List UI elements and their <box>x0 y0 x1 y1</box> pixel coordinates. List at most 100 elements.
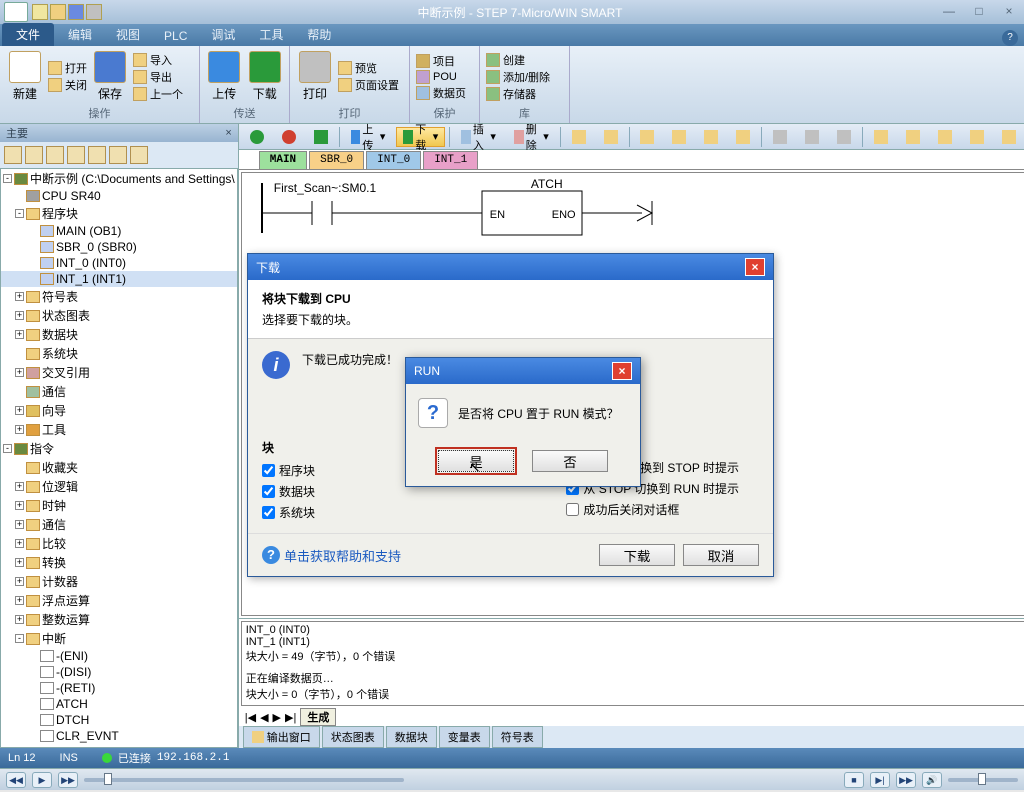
cb-opt-close[interactable]: 成功后关闭对话框 <box>566 501 739 518</box>
tree-tools[interactable]: +工具 <box>1 420 237 439</box>
tb-icon[interactable] <box>963 127 991 147</box>
tree-atch[interactable]: ATCH <box>1 696 237 712</box>
volume-slider[interactable] <box>948 778 1018 782</box>
code-tab-int0[interactable]: INT_0 <box>366 151 421 169</box>
tree-dtch[interactable]: DTCH <box>1 712 237 728</box>
tree-instr[interactable]: -指令 <box>1 439 237 458</box>
run-icon[interactable] <box>243 127 271 147</box>
tb-icon[interactable] <box>867 127 895 147</box>
run-dialog-titlebar[interactable]: RUN × <box>406 358 640 384</box>
tree-sym[interactable]: +符号表 <box>1 287 237 306</box>
btab-sym[interactable]: 符号表 <box>492 726 543 748</box>
tree-clock[interactable]: +时钟 <box>1 496 237 515</box>
tree-int[interactable]: +整数运算 <box>1 610 237 629</box>
media-vol-icon[interactable]: 🔊 <box>922 772 942 788</box>
save-icon[interactable] <box>68 4 84 20</box>
tree-counter[interactable]: +计数器 <box>1 572 237 591</box>
cb-data-block[interactable]: 数据块 <box>262 483 315 500</box>
project-button[interactable]: 项目 <box>416 53 466 69</box>
minimize-button[interactable]: — <box>938 5 960 19</box>
tree-data[interactable]: +数据块 <box>1 325 237 344</box>
btab-output[interactable]: 输出窗口 <box>243 726 320 748</box>
btab-var[interactable]: 变量表 <box>439 726 490 748</box>
tree-tb-icon[interactable] <box>4 146 22 164</box>
tb-icon[interactable] <box>798 127 826 147</box>
media-next-icon[interactable]: ▶▶ <box>58 772 78 788</box>
nav-last-icon[interactable]: ▶| <box>285 711 296 724</box>
tab-plc[interactable]: PLC <box>152 26 199 46</box>
cb-sys-block[interactable]: 系统块 <box>262 504 315 521</box>
nav-prev-icon[interactable]: ◀ <box>260 711 268 724</box>
code-tab-main[interactable]: MAIN <box>259 151 307 169</box>
output-tab-generate[interactable]: 生成 <box>300 708 336 726</box>
tb-icon[interactable] <box>597 127 625 147</box>
tree-progblock[interactable]: -程序块 <box>1 204 237 223</box>
tree-fav[interactable]: 收藏夹 <box>1 458 237 477</box>
tree-tb-icon[interactable] <box>130 146 148 164</box>
new-file-icon[interactable] <box>32 4 48 20</box>
slider-thumb[interactable] <box>104 773 112 785</box>
import-button[interactable]: 导入 <box>133 52 183 68</box>
tree-convert[interactable]: +转换 <box>1 553 237 572</box>
yes-button[interactable]: 是 <box>438 450 514 472</box>
tb-icon[interactable] <box>665 127 693 147</box>
tb-icon[interactable] <box>633 127 661 147</box>
tab-edit[interactable]: 编辑 <box>56 23 104 46</box>
tree-compare[interactable]: +比较 <box>1 534 237 553</box>
cb-program-block[interactable]: 程序块 <box>262 462 315 479</box>
tree-eni[interactable]: -(ENI) <box>1 648 237 664</box>
upload-btn[interactable]: 上传 ▾ <box>344 127 393 147</box>
tree-root[interactable]: -中断示例 (C:\Documents and Settings\ <box>1 169 237 188</box>
tb-icon[interactable] <box>697 127 725 147</box>
tree-main[interactable]: MAIN (OB1) <box>1 223 237 239</box>
no-button[interactable]: 否 <box>532 450 608 472</box>
nav-next-icon[interactable]: ▶ <box>273 711 281 724</box>
media-prev-icon[interactable]: ◀◀ <box>6 772 26 788</box>
tree-xref[interactable]: +交叉引用 <box>1 363 237 382</box>
btab-data[interactable]: 数据块 <box>386 726 437 748</box>
nav-first-icon[interactable]: |◀ <box>245 711 256 724</box>
tree-interrupt[interactable]: -中断 <box>1 629 237 648</box>
run-dialog-close-icon[interactable]: × <box>612 362 632 380</box>
tb-icon[interactable] <box>931 127 959 147</box>
slider-thumb[interactable] <box>978 773 986 785</box>
help-icon[interactable]: ? <box>1002 30 1018 46</box>
media-play-icon[interactable]: ▶ <box>32 772 52 788</box>
tb-icon[interactable] <box>565 127 593 147</box>
tree-int1[interactable]: INT_1 (INT1) <box>1 271 237 287</box>
prev-button[interactable]: 上一个 <box>133 86 183 102</box>
delete-btn[interactable]: 删除 ▾ <box>507 127 556 147</box>
create-button[interactable]: 创建 <box>486 52 550 68</box>
tree-sys[interactable]: 系统块 <box>1 344 237 363</box>
tree-tb-icon[interactable] <box>88 146 106 164</box>
tb-icon[interactable] <box>766 127 794 147</box>
media-step-icon[interactable]: ▶| <box>870 772 890 788</box>
btab-status[interactable]: 状态图表 <box>322 726 384 748</box>
adddel-button[interactable]: 添加/删除 <box>486 69 550 85</box>
tree-tb-icon[interactable] <box>109 146 127 164</box>
tree-tb-icon[interactable] <box>67 146 85 164</box>
download-confirm-button[interactable]: 下载 <box>599 544 675 566</box>
tree-comm2[interactable]: +通信 <box>1 515 237 534</box>
stop-icon[interactable] <box>275 127 303 147</box>
code-tab-sbr[interactable]: SBR_0 <box>309 151 364 169</box>
tab-help[interactable]: 帮助 <box>295 23 343 46</box>
compile-icon[interactable] <box>307 127 335 147</box>
tree-comm[interactable]: 通信 <box>1 382 237 401</box>
panel-close-icon[interactable]: × <box>225 127 231 139</box>
pagesetup-button[interactable]: 页面设置 <box>338 77 399 93</box>
tb-icon[interactable] <box>995 127 1023 147</box>
tree-tb-icon[interactable] <box>25 146 43 164</box>
download-btn[interactable]: 下载 ▾ <box>396 127 445 147</box>
tab-tools[interactable]: 工具 <box>247 23 295 46</box>
file-tab[interactable]: 文件 <box>2 23 54 46</box>
media-ff-icon[interactable]: ▶▶ <box>896 772 916 788</box>
open-button[interactable]: 打开 <box>48 60 87 76</box>
preview-button[interactable]: 预览 <box>338 60 399 76</box>
dialog-titlebar[interactable]: 下载 × <box>248 254 773 280</box>
cancel-button[interactable]: 取消 <box>683 544 759 566</box>
print-button[interactable]: 打印 <box>296 49 334 104</box>
tree-cpu[interactable]: CPU SR40 <box>1 188 237 204</box>
maximize-button[interactable]: □ <box>968 5 990 19</box>
project-tree[interactable]: -中断示例 (C:\Documents and Settings\ CPU SR… <box>0 168 238 748</box>
